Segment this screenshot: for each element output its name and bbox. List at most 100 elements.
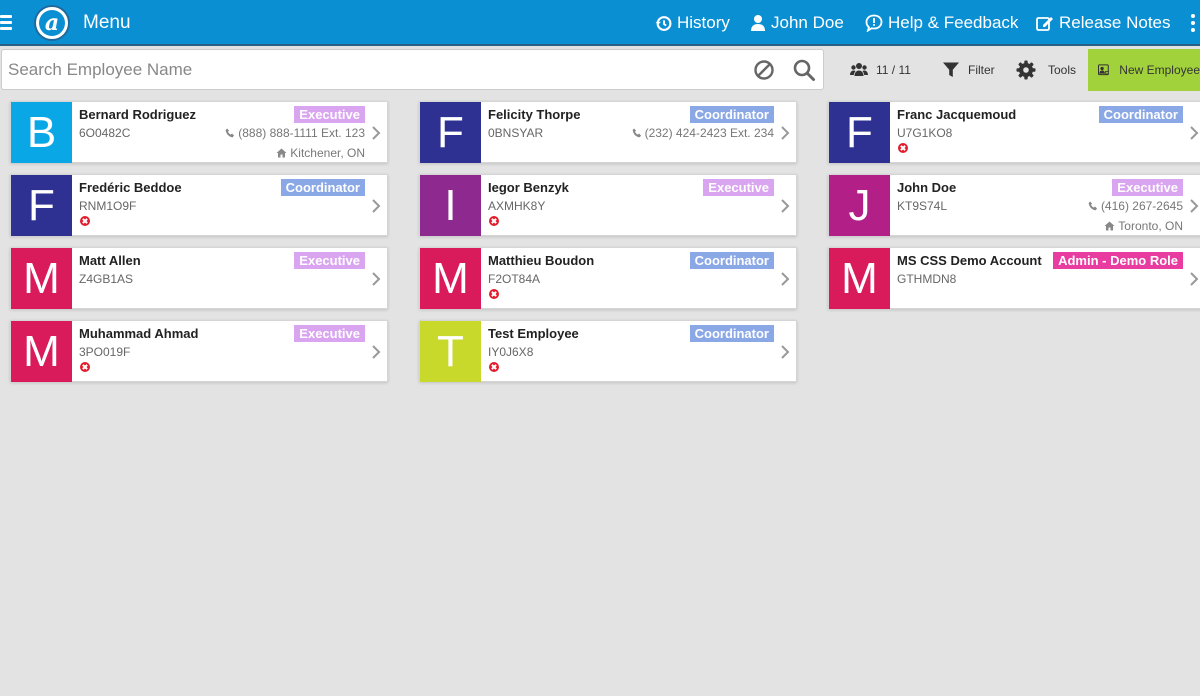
logo-letter-icon: a xyxy=(39,10,65,36)
role-badge: Executive xyxy=(294,325,365,342)
new-employee-label: New Employee xyxy=(1119,63,1200,77)
employee-card[interactable]: I Iegor Benzyk AXMHK8Y Executive xyxy=(419,174,797,236)
employee-code: 0BNSYAR xyxy=(488,126,544,140)
nav-release-notes-label: Release Notes xyxy=(1059,13,1171,32)
employee-name: MS CSS Demo Account xyxy=(897,253,1042,268)
chevron-right-icon[interactable] xyxy=(371,271,381,287)
nav-history-link[interactable]: History xyxy=(655,12,730,34)
employee-location-text: Kitchener, ON xyxy=(290,146,365,160)
employee-code: F2OT84A xyxy=(488,272,541,286)
chevron-right-icon[interactable] xyxy=(1189,198,1199,214)
employee-code: KT9S74L xyxy=(897,199,948,213)
home-icon xyxy=(276,148,287,158)
tools-button[interactable]: Tools xyxy=(1016,49,1076,91)
employee-name: Fredéric Beddoe xyxy=(79,180,182,195)
employee-code: AXMHK8Y xyxy=(488,199,546,213)
chevron-right-icon[interactable] xyxy=(1189,125,1199,141)
employee-phone: (232) 424-2423 Ext. 234 xyxy=(632,126,774,140)
nav-history-label: History xyxy=(677,13,730,32)
chevron-right-icon[interactable] xyxy=(371,125,381,141)
more-options-icon[interactable] xyxy=(1191,14,1195,34)
search-bar xyxy=(1,49,824,90)
avatar: M xyxy=(11,248,72,309)
employee-card[interactable]: F Felicity Thorpe 0BNSYAR Coordinator (232) … xyxy=(419,101,797,163)
employee-card[interactable]: B Bernard Rodriguez 6O0482C Executive (888) … xyxy=(10,101,388,163)
employee-card[interactable]: J John Doe KT9S74L Executive (416) 267-2645 T… xyxy=(828,174,1200,236)
employee-name: Bernard Rodriguez xyxy=(79,107,197,122)
avatar: J xyxy=(829,175,890,236)
tools-label: Tools xyxy=(1048,63,1077,77)
role-badge: Executive xyxy=(703,179,774,196)
employee-card[interactable]: F Franc Jacquemoud U7G1KO8 Coordinator xyxy=(828,101,1200,163)
menu-title[interactable]: Menu xyxy=(83,12,131,34)
filter-button[interactable]: Filter xyxy=(942,49,995,91)
role-badge: Coordinator xyxy=(689,325,774,342)
avatar: B xyxy=(11,102,72,163)
search-input[interactable] xyxy=(8,58,728,82)
chevron-right-icon[interactable] xyxy=(371,344,381,360)
chevron-right-icon[interactable] xyxy=(780,271,790,287)
avatar: I xyxy=(420,175,481,236)
inactive-status-icon xyxy=(898,143,908,153)
employee-card[interactable]: M Muhammad Ahmad 3PO019F Executive xyxy=(10,320,388,382)
inactive-status-icon xyxy=(489,289,499,299)
employee-name: Felicity Thorpe xyxy=(488,107,581,122)
employee-name: Franc Jacquemoud xyxy=(897,107,1017,122)
add-employee-icon xyxy=(1098,64,1109,76)
chevron-right-icon[interactable] xyxy=(780,125,790,141)
filter-label: Filter xyxy=(968,63,995,77)
search-icon[interactable] xyxy=(792,58,816,82)
employee-location: Toronto, ON xyxy=(1104,219,1183,233)
employee-card[interactable]: M MS CSS Demo Account GTHMDN8 Admin - Demo … xyxy=(828,247,1200,309)
chevron-right-icon[interactable] xyxy=(780,344,790,360)
app-logo[interactable]: a xyxy=(34,5,70,41)
top-navigation-bar: a Menu History John Doe Help & Feedback … xyxy=(0,0,1200,46)
employee-phone-text: (416) 267-2645 xyxy=(1100,199,1183,213)
nav-release-notes-link[interactable]: Release Notes xyxy=(1036,12,1171,34)
help-bubble-icon xyxy=(865,14,883,32)
user-icon xyxy=(751,15,765,31)
employee-name: Matthieu Boudon xyxy=(488,253,595,268)
inactive-status-icon xyxy=(489,362,499,372)
chevron-right-icon[interactable] xyxy=(780,198,790,214)
nav-user-link[interactable]: John Doe xyxy=(750,12,844,34)
employee-phone: (416) 267-2645 xyxy=(1088,199,1183,213)
inactive-status-icon xyxy=(489,216,499,226)
avatar: F xyxy=(420,102,481,163)
avatar: F xyxy=(11,175,72,236)
edit-note-icon xyxy=(1036,16,1053,31)
role-badge: Executive xyxy=(294,252,365,269)
chevron-right-icon[interactable] xyxy=(1189,271,1199,287)
employee-card[interactable]: M Matt Allen Z4GB1AS Executive xyxy=(10,247,388,309)
role-badge: Coordinator xyxy=(689,252,774,269)
nav-help-label: Help & Feedback xyxy=(888,13,1019,32)
hamburger-menu-icon[interactable] xyxy=(0,15,12,31)
employee-count-label: 11 / 11 xyxy=(876,63,911,77)
employee-name: Matt Allen xyxy=(79,253,141,268)
chevron-right-icon[interactable] xyxy=(371,198,381,214)
employee-location-text: Toronto, ON xyxy=(1118,219,1183,233)
role-badge: Executive xyxy=(1112,179,1183,196)
employee-card[interactable]: T Test Employee IY0J6X8 Coordinator xyxy=(419,320,797,382)
employee-card[interactable]: M Matthieu Boudon F2OT84A Coordinator xyxy=(419,247,797,309)
employee-name: Iegor Benzyk xyxy=(488,180,569,195)
users-group-icon xyxy=(850,63,868,76)
avatar: F xyxy=(829,102,890,163)
employee-name: John Doe xyxy=(897,180,957,195)
employee-card[interactable]: F Fredéric Beddoe RNM1O9F Coordinator xyxy=(10,174,388,236)
employee-name: Test Employee xyxy=(488,326,579,341)
employee-phone-text: (232) 424-2423 Ext. 234 xyxy=(644,126,774,140)
inactive-status-icon xyxy=(80,216,90,226)
nav-help-link[interactable]: Help & Feedback xyxy=(865,12,1018,34)
inactive-status-icon xyxy=(80,362,90,372)
clear-search-icon[interactable] xyxy=(753,59,775,81)
employee-code: RNM1O9F xyxy=(79,199,137,213)
employee-code: U7G1KO8 xyxy=(897,126,953,140)
home-icon xyxy=(1104,221,1115,231)
employee-name: Muhammad Ahmad xyxy=(79,326,199,341)
employee-phone: (888) 888-1111 Ext. 123 xyxy=(225,126,365,140)
new-employee-button[interactable]: New Employee xyxy=(1088,49,1200,91)
phone-icon xyxy=(632,128,641,138)
phone-icon xyxy=(1088,201,1097,211)
avatar: T xyxy=(420,321,481,382)
